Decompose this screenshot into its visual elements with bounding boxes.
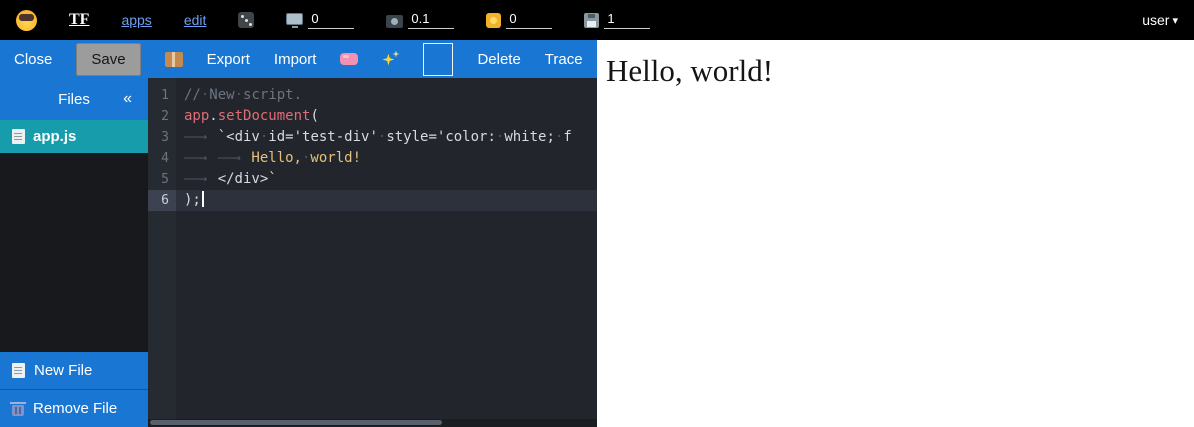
user-menu[interactable]: user ▾ [1142,12,1178,28]
stat-floppy-value[interactable]: 1 [604,12,650,29]
code-token: f [563,129,571,145]
package-icon [165,52,183,67]
app-preview: Hello, world! [597,40,1194,427]
code-line[interactable]: app.setDocument( [176,106,597,127]
code-line[interactable]: ); [176,190,597,211]
topbar: TF apps edit 0 0.1 0 1 user ▾ [0,0,1194,40]
code-token: <div [226,129,260,145]
files-title: Files [58,91,90,108]
line-number[interactable]: 4 [148,148,176,169]
code-token: style='color: [386,129,496,145]
code-token: ( [310,108,318,124]
code-token: id='test-div' [268,129,378,145]
sparkles-button[interactable] [382,51,399,68]
code-editor[interactable]: 123456 //·New·script.app.setDocument(——→… [148,78,597,427]
code-token: ); [184,192,201,208]
camera-icon [386,15,403,28]
stat-camera-value[interactable]: 0.1 [408,12,454,29]
stat-floppy: 1 [584,12,650,29]
brand-link[interactable]: TF [69,11,89,29]
soap-button[interactable] [340,53,358,65]
code-token: ——→ [184,169,218,190]
text-cursor [202,191,204,207]
new-file-label: New File [34,362,92,379]
code-token: ——→ [184,127,218,148]
stat-monitor-value[interactable]: 0 [308,12,354,29]
trash-icon [12,405,24,416]
remove-file-label: Remove File [33,400,117,417]
collapse-sidebar-button[interactable]: « [123,90,132,108]
horizontal-scrollbar[interactable] [148,419,597,427]
code-token: ` [218,129,226,145]
monitor-icon [286,13,303,25]
line-number[interactable]: 6 [148,190,176,211]
stat-money-value[interactable]: 0 [506,12,552,29]
user-menu-label: user [1142,12,1169,28]
code-token: New [209,87,234,103]
code-token: app [184,108,209,124]
code-line[interactable]: ——→`<div·id='test-div'·style='color:·whi… [176,127,597,148]
nav-link-edit[interactable]: edit [184,12,207,28]
sparkles-icon [382,51,399,68]
line-number[interactable]: 2 [148,106,176,127]
new-file-button[interactable]: New File [0,352,148,389]
code-line[interactable]: //·New·script. [176,85,597,106]
code-line[interactable]: ——→</div>` [176,169,597,190]
file-item-appjs[interactable]: app.js [0,120,148,153]
dice-icon[interactable] [238,12,254,28]
code-token: script. [243,87,302,103]
stat-camera: 0.1 [386,12,454,29]
scrollbar-thumb[interactable] [150,420,442,425]
code-line[interactable]: ——→——→Hello,·world! [176,148,597,169]
stat-money: 0 [486,12,552,29]
workspace: Files « app.js New File Remove File [0,78,597,427]
code-token: ——→ [184,148,218,169]
close-button[interactable]: Close [14,51,52,68]
money-icon [486,13,501,28]
files-header: Files « [0,78,148,120]
preview-text: Hello, world! [606,53,1194,89]
app-window: TF apps edit 0 0.1 0 1 user ▾ Close [0,0,1194,427]
nav-link-apps[interactable]: apps [121,12,151,28]
delete-button[interactable]: Delete [477,51,520,68]
code-token: // [184,87,201,103]
stat-monitor: 0 [286,12,354,29]
chevron-down-icon: ▾ [1172,14,1178,27]
file-icon [12,129,25,144]
import-button[interactable]: Import [274,51,317,68]
code-token: ——→ [218,148,252,169]
remove-file-button[interactable]: Remove File [0,389,148,427]
code-token: Hello, [251,150,302,166]
ide-pane: Close Save Export Import Delete Trace [0,40,597,427]
trace-button[interactable]: Trace [545,51,583,68]
empty-slot-button[interactable] [423,43,453,76]
save-button[interactable]: Save [76,43,140,76]
file-name: app.js [33,128,76,145]
package-button[interactable] [165,52,183,67]
export-button[interactable]: Export [207,51,250,68]
sidebar-spacer [0,153,148,352]
code-token: white; [504,129,555,145]
floppy-disk-icon [584,13,599,28]
code-lines[interactable]: //·New·script.app.setDocument(——→`<div·i… [176,78,597,427]
code-token: . [209,108,217,124]
code-token: world! [310,150,361,166]
line-number[interactable]: 5 [148,169,176,190]
editor-toolbar: Close Save Export Import Delete Trace [0,40,597,78]
line-number[interactable]: 1 [148,85,176,106]
code-token: </div>` [218,171,277,187]
code-token: setDocument [218,108,311,124]
app-logo-emoji [16,10,37,31]
code-token: · [235,87,243,103]
soap-icon [340,53,358,65]
main-area: Close Save Export Import Delete Trace [0,40,1194,427]
files-sidebar: Files « app.js New File Remove File [0,78,148,427]
line-number[interactable]: 3 [148,127,176,148]
new-file-icon [12,363,25,378]
gutter: 123456 [148,78,176,427]
